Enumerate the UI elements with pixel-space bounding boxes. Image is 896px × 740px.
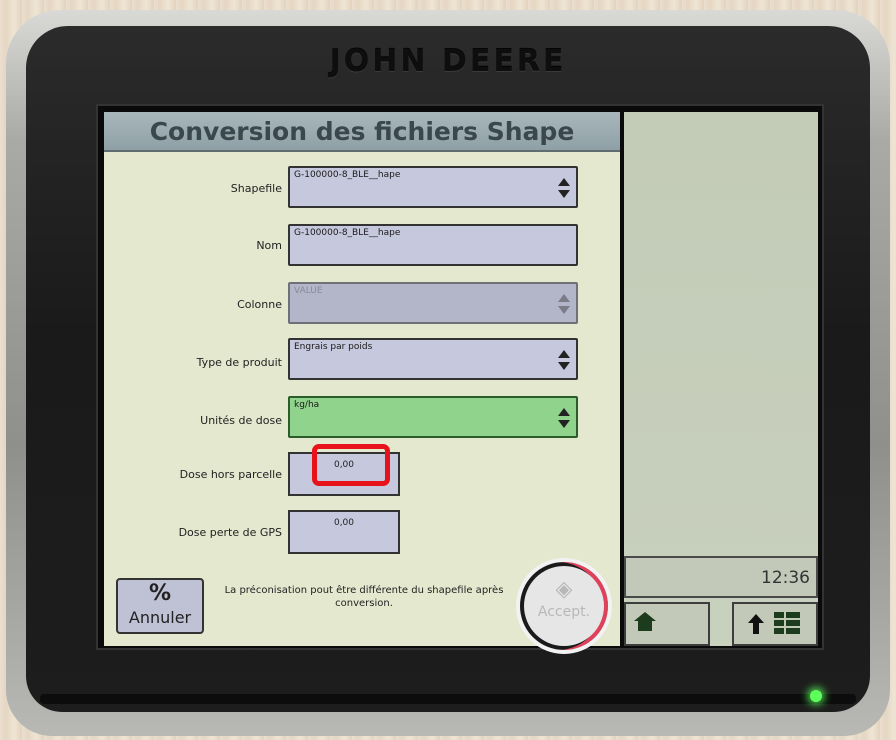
clock: 12:36 xyxy=(624,556,818,598)
unites-dose-label: Unités de dose xyxy=(200,414,282,427)
accept-label: Accept. xyxy=(537,604,591,620)
spinner-icon xyxy=(558,350,570,370)
screen: Conversion des fichiers Shape Shapefile … xyxy=(96,104,824,654)
dose-hors-parcelle-label: Dose hors parcelle xyxy=(179,468,282,481)
cancel-label: Annuler xyxy=(128,608,192,627)
page-title: Conversion des fichiers Shape xyxy=(104,112,620,152)
status-led xyxy=(810,690,822,702)
shapefile-value: G-100000-8_BLE__hape xyxy=(294,170,401,180)
accept-button[interactable]: ◈ Accept. xyxy=(524,566,604,646)
highlight-annotation xyxy=(312,444,390,486)
spinner-icon xyxy=(558,178,570,198)
spinner-icon xyxy=(558,408,570,428)
spinner-icon xyxy=(558,294,570,314)
menu-button[interactable] xyxy=(732,602,818,646)
cancel-icon: % xyxy=(148,581,172,606)
home-button[interactable] xyxy=(624,602,710,646)
menu-grid-icon xyxy=(774,612,802,636)
colonne-value: VALUE xyxy=(294,286,323,296)
nom-value: G-100000-8_BLE__hape xyxy=(294,228,401,238)
dose-perte-gps-input[interactable]: 0,00 xyxy=(288,510,400,554)
nom-label: Nom xyxy=(256,239,282,252)
arrow-up-icon xyxy=(748,614,764,636)
colonne-label: Colonne xyxy=(237,298,282,311)
shapefile-label: Shapefile xyxy=(230,182,282,195)
accept-icon: ◈ xyxy=(555,576,573,601)
shapefile-select[interactable]: G-100000-8_BLE__hape xyxy=(288,166,578,208)
brand-logo: JOHN DEERE xyxy=(329,44,567,79)
dose-perte-gps-value: 0,00 xyxy=(333,518,355,528)
home-icon xyxy=(634,612,656,634)
type-produit-value: Engrais par poids xyxy=(294,342,373,352)
nom-input[interactable]: G-100000-8_BLE__hape xyxy=(288,224,578,266)
dose-perte-gps-label: Dose perte de GPS xyxy=(178,526,282,539)
colonne-select: VALUE xyxy=(288,282,578,324)
cancel-button[interactable]: % Annuler xyxy=(116,578,204,634)
unites-dose-value: kg/ha xyxy=(294,400,320,410)
conversion-note: La préconisation pout être différente du… xyxy=(224,585,504,609)
type-produit-label: Type de produit xyxy=(196,356,282,369)
bezel-bottom-strip xyxy=(40,694,856,704)
unites-dose-select[interactable]: kg/ha xyxy=(288,396,578,438)
type-produit-select[interactable]: Engrais par poids xyxy=(288,338,578,380)
